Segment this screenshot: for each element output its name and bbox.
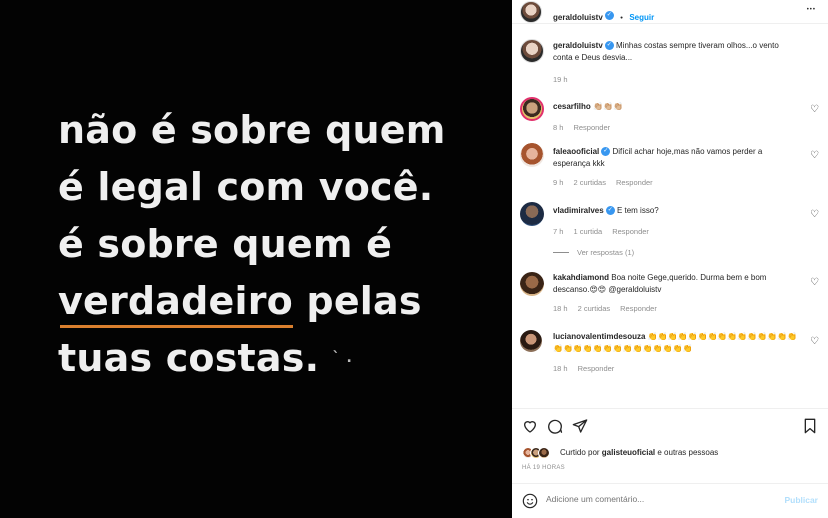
comment-meta: 9 h 2 curtidas Responder xyxy=(553,178,793,187)
view-replies-label[interactable]: Ver respostas (1) xyxy=(577,248,634,257)
replies-line xyxy=(553,252,569,254)
actions-divider xyxy=(512,408,828,409)
comment-avatar[interactable] xyxy=(520,202,544,226)
comment-text: 👏🏼👏🏼👏🏼 xyxy=(593,102,623,111)
comment-username[interactable]: lucianovalentimdesouza xyxy=(553,332,645,341)
quote-line-1: não é sobre quem xyxy=(58,108,446,152)
liked-by-text: Curtido por galisteuoficial e outras pes… xyxy=(560,448,718,457)
caption-text-block: geraldoluistv ✓ Minhas costas sempre tive… xyxy=(553,40,793,63)
publish-button[interactable]: Publicar xyxy=(784,495,818,505)
comment-time: 8 h xyxy=(553,122,564,132)
verified-badge-icon: ✓ xyxy=(601,147,611,157)
liked-by-suffix: e outras pessoas xyxy=(655,448,719,457)
comment-text-block: lucianovalentimdesouza 👏👏👏👏👏👏👏👏👏👏👏👏👏👏👏👏👏… xyxy=(553,331,803,354)
comment-username[interactable]: kakahdiamond xyxy=(553,273,609,282)
comment-avatar[interactable] xyxy=(520,272,544,296)
add-comment-input[interactable] xyxy=(546,494,766,504)
view-replies-button[interactable]: Ver respostas (1) xyxy=(553,248,793,257)
liked-by-user[interactable]: galisteuoficial xyxy=(602,448,655,457)
liker-avatar[interactable] xyxy=(538,447,550,459)
comment-likes[interactable]: 1 curtida xyxy=(573,227,602,236)
comment-like-heart-icon[interactable]: ♡ xyxy=(810,210,819,220)
comment-text: E tem isso? xyxy=(616,206,659,215)
comment-text-block: kakahdiamond Boa noite Gege,querido. Dur… xyxy=(553,272,793,295)
quote-line-2: é legal com você. xyxy=(58,165,434,209)
comment-username[interactable]: cesarfilho xyxy=(553,102,591,111)
quote-line-4: verdadeiro pelas xyxy=(58,273,446,330)
post-side-panel: geraldoluistv ✓ • Seguir ••• geraldoluist… xyxy=(512,0,828,518)
comment-meta: 18 h Responder xyxy=(553,364,803,373)
more-horizontal-icon[interactable]: ••• xyxy=(807,7,816,13)
comment-text-block: cesarfilho 👏🏼👏🏼👏🏼 xyxy=(553,101,793,113)
caption-avatar[interactable] xyxy=(520,39,544,63)
comment-likes[interactable]: 2 curtidas xyxy=(578,304,611,313)
comment-avatar[interactable] xyxy=(520,330,542,352)
liked-by-prefix: Curtido por xyxy=(560,448,602,457)
reply-button[interactable]: Responder xyxy=(612,227,649,236)
comment-time: 7 h xyxy=(553,226,564,236)
comment-text-block: vladimiralves ✓ E tem isso? xyxy=(553,205,793,217)
comment-time: 18 h xyxy=(553,364,568,373)
post-quote: não é sobre quem é legal com você. é sob… xyxy=(58,102,446,387)
post-image[interactable]: não é sobre quem é legal com você. é sob… xyxy=(0,0,512,518)
add-comment-bar: Publicar xyxy=(512,483,828,518)
comment-likes[interactable]: 2 curtidas xyxy=(573,178,606,187)
heart-icon[interactable] xyxy=(522,418,538,434)
author-avatar[interactable] xyxy=(520,1,542,23)
comment-meta: 8 h Responder xyxy=(553,123,793,132)
post-header: geraldoluistv ✓ • Seguir ••• xyxy=(512,0,828,24)
comment-meta: 18 h 2 curtidas Responder xyxy=(553,304,793,313)
bookmark-icon[interactable] xyxy=(802,418,818,434)
verified-badge-icon: ✓ xyxy=(604,41,614,51)
comment-avatar[interactable] xyxy=(520,143,544,167)
reply-button[interactable]: Responder xyxy=(616,178,653,187)
author-username[interactable]: geraldoluistv xyxy=(553,13,603,22)
follow-button[interactable]: Seguir xyxy=(629,13,654,22)
comment-like-heart-icon[interactable]: ♡ xyxy=(810,151,819,161)
paper-plane-icon[interactable] xyxy=(572,418,588,434)
comment-text-block: faleaooficial ✓ Difícil achar hoje,mas nã… xyxy=(553,146,793,169)
quote-line-5-text: tuas costas. xyxy=(58,336,320,380)
comment-icon[interactable] xyxy=(547,418,563,434)
reply-button[interactable]: Responder xyxy=(573,123,610,132)
comment-username[interactable]: faleaooficial xyxy=(553,147,599,156)
comment-like-heart-icon[interactable]: ♡ xyxy=(810,337,819,347)
comment-avatar[interactable] xyxy=(520,97,544,121)
quote-line-3: é sobre quem é xyxy=(58,222,393,266)
comment-meta: 7 h 1 curtida Responder xyxy=(553,227,793,236)
post-timestamp: HÁ 19 HORAS xyxy=(522,465,565,471)
quote-line-4-rest: pelas xyxy=(292,279,422,323)
quote-dots: ` . xyxy=(332,350,353,366)
caption-time: 19 h xyxy=(553,75,568,84)
comment-time: 18 h xyxy=(553,304,568,313)
separator-dot: • xyxy=(620,13,623,22)
comment-time: 9 h xyxy=(553,178,564,187)
comment-username[interactable]: vladimiralves xyxy=(553,206,604,215)
reply-button[interactable]: Responder xyxy=(578,364,615,373)
reply-button[interactable]: Responder xyxy=(620,304,657,313)
verified-badge-icon: ✓ xyxy=(604,11,614,21)
smiley-icon[interactable] xyxy=(522,493,538,509)
comment-like-heart-icon[interactable]: ♡ xyxy=(810,278,819,288)
quote-highlight: verdadeiro xyxy=(58,273,293,330)
verified-badge-icon: ✓ xyxy=(605,206,615,216)
comment-like-heart-icon[interactable]: ♡ xyxy=(810,105,819,115)
quote-line-5: tuas costas. ` . xyxy=(58,330,446,387)
caption-username[interactable]: geraldoluistv xyxy=(553,41,603,50)
